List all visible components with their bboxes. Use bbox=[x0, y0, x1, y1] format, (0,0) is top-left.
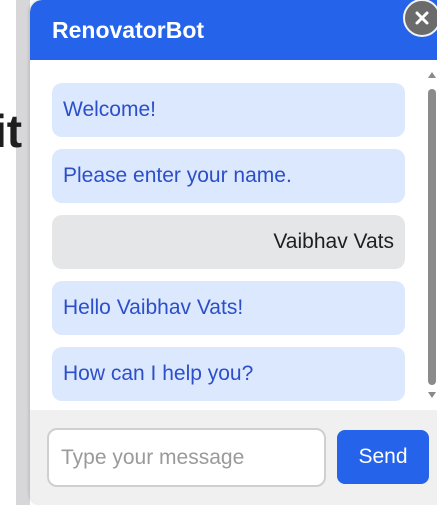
close-icon bbox=[415, 11, 429, 25]
user-message: Vaibhav Vats bbox=[52, 215, 405, 269]
send-button[interactable]: Send bbox=[337, 430, 429, 484]
chat-header: RenovatorBot bbox=[30, 0, 437, 60]
message-list[interactable]: Welcome! Please enter your name. Vaibhav… bbox=[30, 60, 427, 410]
scroll-down-arrow-icon[interactable] bbox=[428, 392, 436, 398]
scroll-up-arrow-icon[interactable] bbox=[428, 72, 436, 78]
background-heading-fragment: it bbox=[0, 105, 23, 157]
bot-message: Hello Vaibhav Vats! bbox=[52, 281, 405, 335]
bot-message: How can I help you? bbox=[52, 347, 405, 401]
bot-message: Welcome! bbox=[52, 83, 405, 137]
chat-widget: RenovatorBot Welcome! Please enter your … bbox=[30, 0, 437, 505]
scrollbar-thumb[interactable] bbox=[428, 89, 436, 385]
page-divider bbox=[16, 0, 30, 505]
message-scrollbar[interactable] bbox=[427, 60, 437, 410]
close-button[interactable] bbox=[403, 0, 437, 37]
chat-input-bar: Send bbox=[30, 410, 437, 505]
bot-message: Please enter your name. bbox=[52, 149, 405, 203]
chat-title: RenovatorBot bbox=[52, 17, 205, 43]
message-input[interactable] bbox=[47, 428, 326, 487]
